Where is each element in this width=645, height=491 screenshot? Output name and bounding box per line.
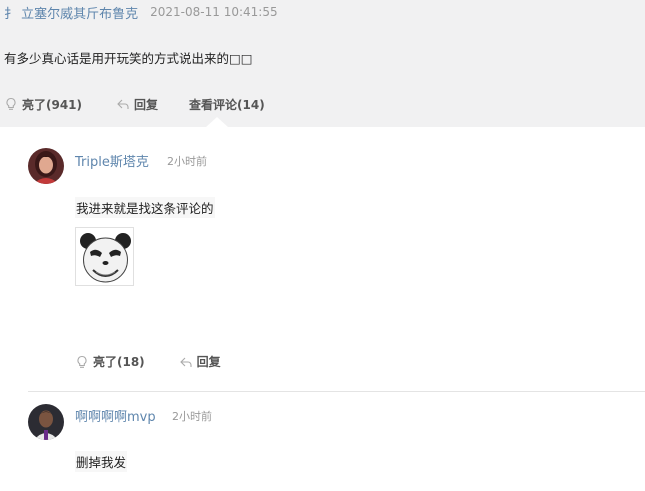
comment-author-link[interactable]: 啊啊啊啊mvp — [75, 406, 156, 425]
panda-meme-sticker[interactable] — [75, 227, 134, 286]
like-label: 亮了(941) — [22, 97, 83, 112]
lightbulb-icon — [6, 97, 16, 110]
comment-timestamp: 2小时前 — [167, 155, 207, 168]
comment-divider — [28, 391, 645, 392]
reply-button[interactable]: 回复 — [179, 353, 221, 370]
post-header: 扌 立塞尔威其斤布鲁克 2021-08-11 10:41:55 — [4, 3, 278, 22]
reply-label: 回复 — [134, 97, 159, 112]
post-author-link[interactable]: 扌 立塞尔威其斤布鲁克 — [4, 3, 138, 22]
view-comments-button[interactable]: 查看评论(14) — [189, 96, 265, 113]
comments-pointer-notch — [206, 117, 228, 127]
like-button[interactable]: 亮了(941) — [4, 96, 82, 113]
avatar[interactable] — [28, 148, 64, 184]
post-timestamp: 2021-08-11 10:41:55 — [150, 5, 278, 19]
reply-label: 回复 — [196, 355, 221, 369]
like-label: 亮了(18) — [93, 355, 145, 369]
reply-arrow-icon — [179, 357, 192, 367]
comment-actions: 亮了(18) 回复 — [75, 353, 221, 370]
post-actions: 亮了(941) 回复 查看评论(14) — [4, 96, 265, 112]
comment-text: 删掉我发 — [75, 451, 128, 472]
like-button[interactable]: 亮了(18) — [75, 353, 145, 370]
avatar-player-photo — [28, 404, 64, 440]
view-comments-label: 查看评论(14) — [189, 97, 265, 112]
comment-author-link[interactable]: Triple斯塔克 — [75, 151, 149, 170]
reply-arrow-icon — [117, 99, 129, 109]
comment-timestamp: 2小时前 — [172, 410, 212, 423]
avatar-woman-photo — [28, 148, 64, 184]
post-body-text: 有多少真心话是用开玩笑的方式说出来的□□ — [4, 51, 253, 66]
lightbulb-icon — [77, 355, 87, 368]
comment-text: 我进来就是找这条评论的 — [75, 197, 215, 218]
comment-item: Triple斯塔克 2小时前 我进来就是找这条评论的 亮了(18) 回复 — [28, 148, 645, 380]
reply-button[interactable]: 回复 — [116, 96, 158, 113]
comment-item: 啊啊啊啊mvp 2小时前 删掉我发 — [28, 404, 645, 491]
post-card: 扌 立塞尔威其斤布鲁克 2021-08-11 10:41:55 有多少真心话是用… — [0, 0, 645, 127]
avatar[interactable] — [28, 404, 64, 440]
